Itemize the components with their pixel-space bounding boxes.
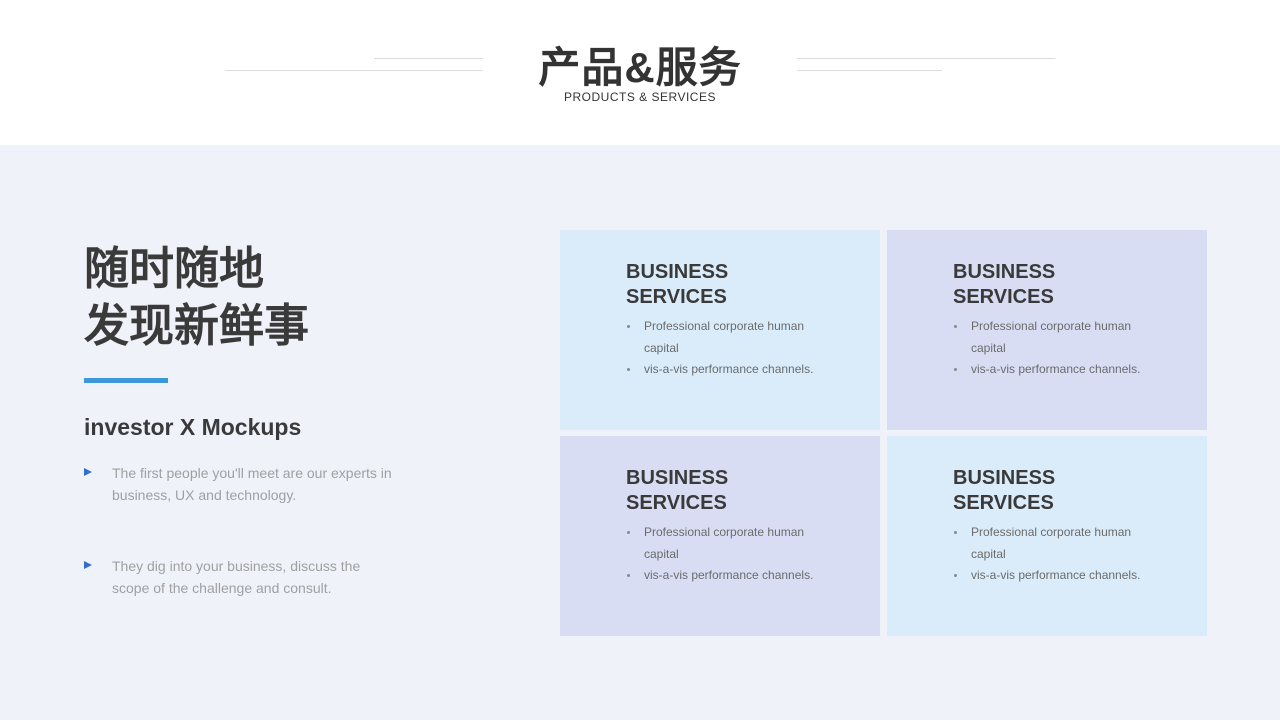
header: 产品&服务 PRODUCTS & SERVICES [0, 0, 1280, 145]
service-card: BUSINESS SERVICES Professional corporate… [560, 436, 880, 636]
list-item: vis-a-vis performance channels. [626, 565, 826, 587]
card-title-line-2: SERVICES [953, 492, 1054, 514]
card-title-line-2: SERVICES [626, 286, 727, 308]
arrow-bullet-icon [84, 468, 92, 476]
service-card: BUSINESS SERVICES Professional corporate… [887, 230, 1207, 430]
headline-line-1: 随时随地 [84, 243, 265, 294]
bullet-text: They dig into your business, discuss the… [112, 558, 361, 596]
card-list: Professional corporate human capital vis… [953, 522, 1153, 587]
card-title-line-1: BUSINESS [626, 261, 729, 283]
headline: 随时随地 发现新鲜事 [84, 240, 309, 354]
content-area: 随时随地 发现新鲜事 investor X Mockups The first … [0, 145, 1280, 720]
list-item: Professional corporate human capital [953, 522, 1153, 565]
card-title: BUSINESS SERVICES [626, 260, 866, 310]
card-title: BUSINESS SERVICES [626, 466, 866, 516]
list-item: vis-a-vis performance channels. [626, 359, 826, 381]
page-title: 产品&服务 [538, 44, 742, 91]
page-subtitle: PRODUCTS & SERVICES [564, 90, 716, 104]
service-card: BUSINESS SERVICES Professional corporate… [887, 436, 1207, 636]
list-item: Professional corporate human capital [626, 316, 826, 359]
arrow-bullet-icon [84, 561, 92, 569]
list-item: vis-a-vis performance channels. [953, 565, 1153, 587]
bullet-text: The first people you'll meet are our exp… [112, 465, 392, 503]
list-item: vis-a-vis performance channels. [953, 359, 1153, 381]
card-list: Professional corporate human capital vis… [626, 316, 826, 381]
card-title-line-2: SERVICES [953, 286, 1054, 308]
service-card: BUSINESS SERVICES Professional corporate… [560, 230, 880, 430]
card-title-line-1: BUSINESS [953, 261, 1056, 283]
card-list: Professional corporate human capital vis… [953, 316, 1153, 381]
list-item: Professional corporate human capital [626, 522, 826, 565]
accent-bar [84, 378, 168, 383]
card-list: Professional corporate human capital vis… [626, 522, 826, 587]
section-subheading: investor X Mockups [84, 414, 302, 440]
card-title-line-1: BUSINESS [626, 467, 729, 489]
card-title-line-2: SERVICES [626, 492, 727, 514]
card-title-line-1: BUSINESS [953, 467, 1056, 489]
card-title: BUSINESS SERVICES [953, 466, 1193, 516]
headline-line-2: 发现新鲜事 [84, 300, 310, 351]
list-item: Professional corporate human capital [953, 316, 1153, 359]
card-title: BUSINESS SERVICES [953, 260, 1193, 310]
